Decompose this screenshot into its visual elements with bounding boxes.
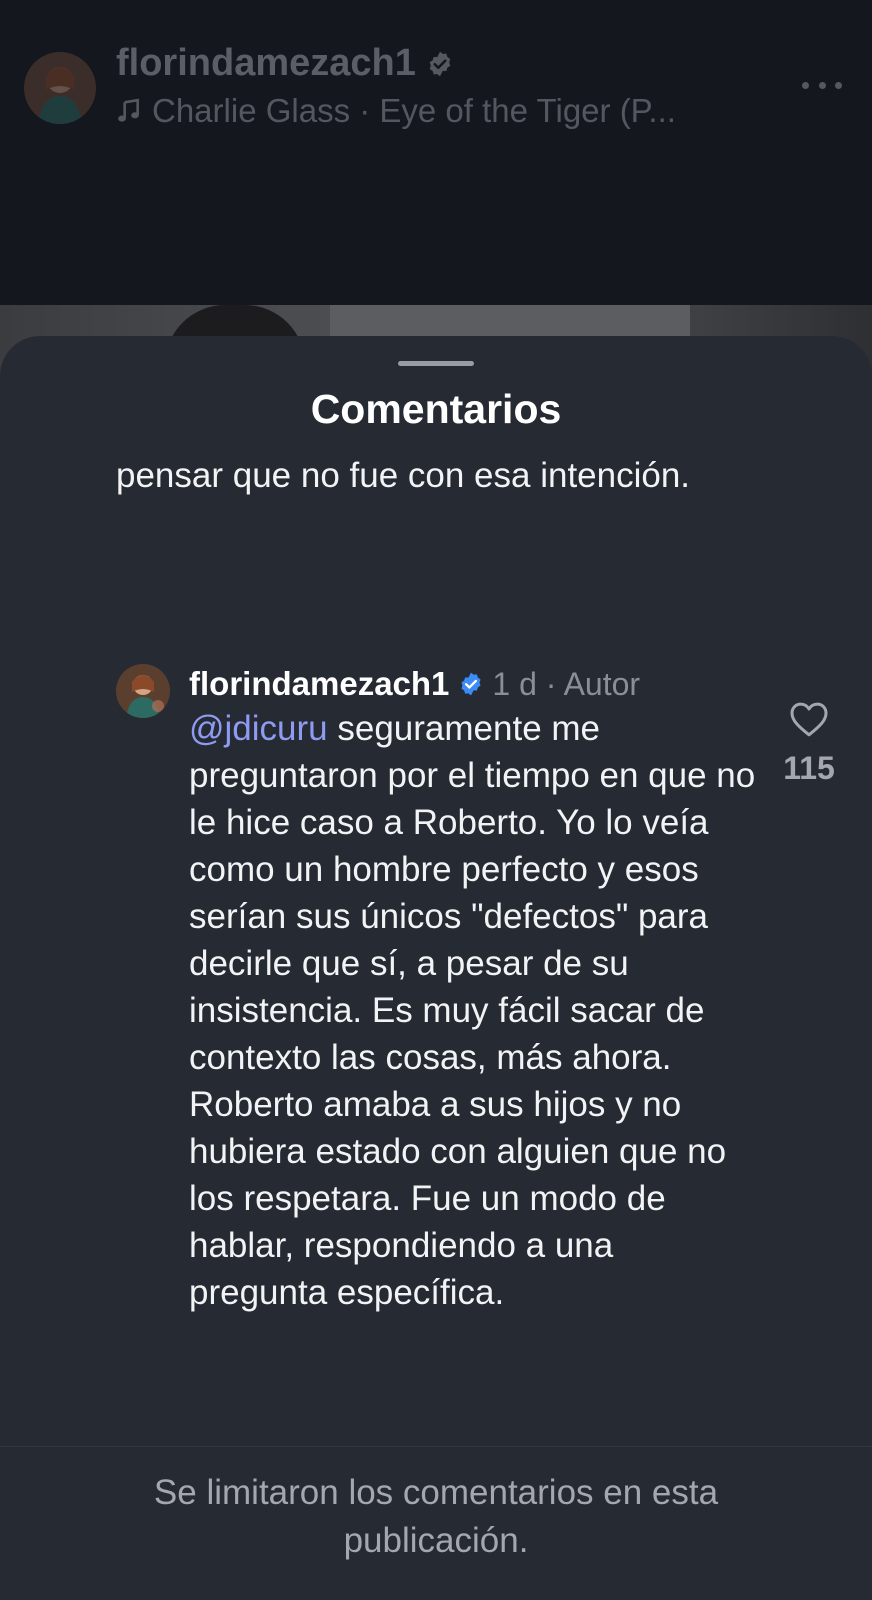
post-username-text[interactable]: florindamezach1	[116, 42, 416, 85]
comments-limited-footer: Se limitaron los comentarios en esta pub…	[0, 1446, 872, 1600]
comment-body: seguramente me preguntaron por el tiempo…	[189, 709, 756, 1312]
like-control: 115	[768, 700, 850, 787]
comment-username[interactable]: florindamezach1	[189, 665, 449, 703]
sheet-grabber[interactable]	[398, 361, 474, 366]
music-info[interactable]: Charlie Glass · Eye of the Tiger (P...	[116, 92, 676, 130]
comments-limited-notice: Se limitaron los comentarios en esta pub…	[153, 1473, 719, 1560]
post-header: florindamezach1 Charlie Glass · Eye of t…	[0, 0, 872, 305]
previous-comment-text: pensar que no fue con esa intención.	[116, 456, 691, 495]
comment-avatar[interactable]	[116, 664, 170, 718]
music-note-icon	[118, 98, 139, 122]
more-horizontal-icon[interactable]	[802, 70, 842, 100]
comment-text: @jdicuru seguramente me preguntaron por …	[189, 705, 759, 1316]
avatar[interactable]	[24, 52, 96, 124]
verified-badge-icon	[429, 51, 451, 76]
heart-outline-icon[interactable]	[789, 700, 829, 738]
dot-icon	[802, 81, 809, 89]
comments-sheet: Comentarios pensar que no fue con esa in…	[0, 336, 872, 1600]
like-count: 115	[783, 750, 835, 786]
dot-icon	[835, 81, 842, 89]
dot-icon	[818, 81, 826, 89]
post-username[interactable]: florindamezach1	[116, 42, 454, 85]
verified-badge-icon	[461, 672, 481, 696]
sheet-title: Comentarios	[310, 386, 562, 432]
comment-mention[interactable]: @jdicuru	[189, 709, 328, 748]
comment-meta: 1 d · Autor	[492, 665, 641, 702]
comment-header: florindamezach1 1 d · Autor	[189, 656, 640, 712]
music-text[interactable]: Charlie Glass · Eye of the Tiger (P...	[152, 92, 676, 130]
